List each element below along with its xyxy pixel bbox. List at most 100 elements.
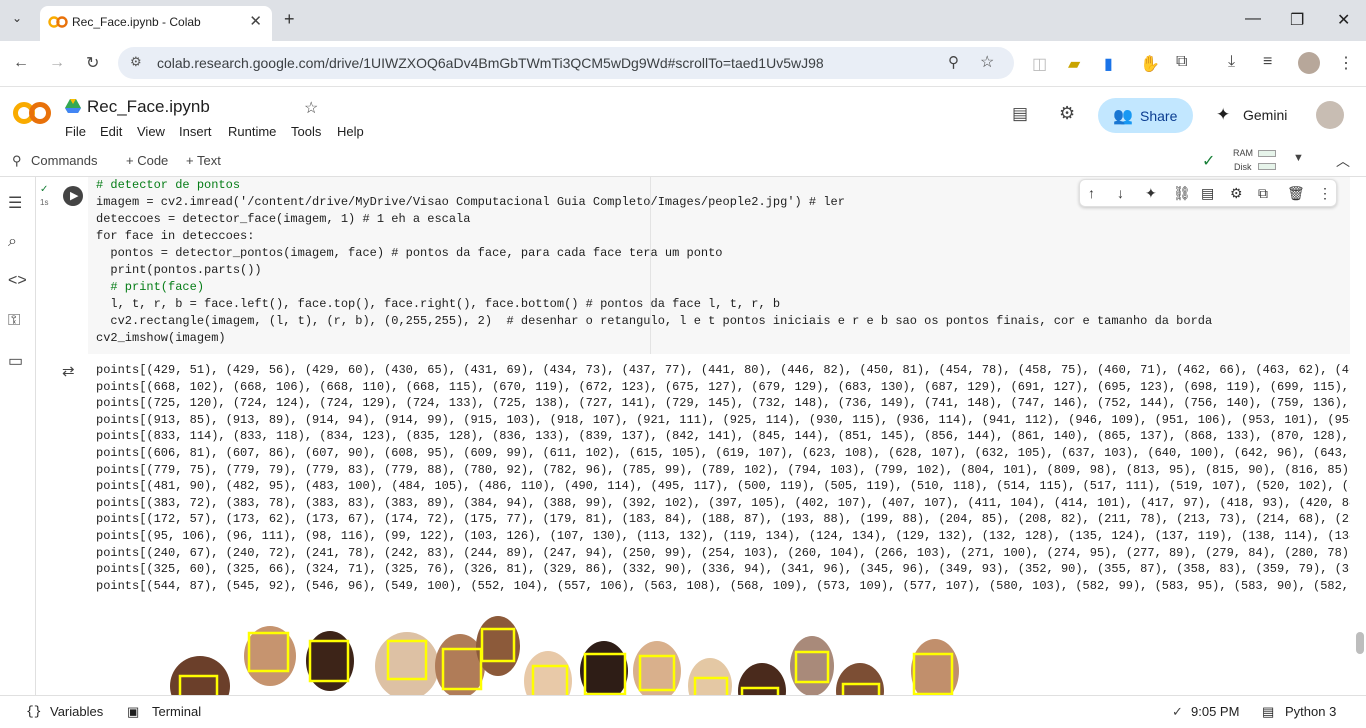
new-tab-icon[interactable]: + [284,9,295,30]
disk-label: Disk [1234,162,1252,172]
output-line: points[(429, 51), (429, 56), (429, 60), … [96,363,1350,377]
link-icon[interactable]: ⛓ [1173,185,1191,202]
browser-tab-strip: ⌄ Rec_Face.ipynb - Colab ✕ + — ❐ ✕ [0,0,1366,41]
secrets-key-icon[interactable]: ⚿ [8,312,20,330]
code-line: cv2_imshow(imagem) [96,331,226,345]
code-line: for face in deteccoes: [96,229,255,243]
output-line: points[(833, 114), (833, 118), (834, 123… [96,429,1350,444]
runtime-type[interactable]: Python 3 [1285,704,1336,719]
tab-search-icon[interactable]: ⌄ [12,11,22,25]
extension-hand-icon[interactable]: ✋ [1140,54,1160,74]
gemini-cell-icon[interactable]: ✦ [1145,185,1157,202]
ram-label: RAM [1233,148,1253,158]
terminal-button[interactable]: Terminal [152,704,201,719]
run-cell-button[interactable]: ▶ [63,186,83,206]
download-icon[interactable]: ⤓ [1228,53,1235,71]
comments-icon[interactable]: ▤ [1012,104,1028,124]
colab-logo[interactable] [12,100,52,126]
play-icon: ▶ [70,190,79,202]
move-down-icon[interactable]: ↓ [1117,185,1124,201]
output-actions-icon[interactable]: ⇄ [62,362,75,380]
output-line: points[(481, 90), (482, 95), (483, 100),… [96,479,1350,494]
gemini-sparkle-icon[interactable]: ✦ [1216,105,1230,125]
collapse-header-icon[interactable]: ︿ [1336,151,1350,171]
output-line: points[(240, 67), (240, 72), (241, 78), … [96,545,1350,560]
code-line: cv2.rectangle(imagem, (l, t), (r, b), (0… [96,314,1213,328]
disk-meter[interactable] [1258,163,1276,170]
exec-time: 1s [40,198,49,207]
table-of-contents-icon[interactable]: ☰ [8,193,22,213]
output-line: points[(95, 106), (96, 111), (98, 116), … [96,528,1350,543]
menu-insert[interactable]: Insert [179,124,212,139]
browser-tab[interactable]: Rec_Face.ipynb - Colab ✕ [40,6,272,41]
add-code-button[interactable]: + Code [126,153,168,168]
ruler-line [650,177,651,354]
ram-meter[interactable] [1258,150,1276,157]
commands-button[interactable]: Commands [31,153,97,168]
code-line: l, t, r, b = face.left(), face.top(), fa… [96,297,781,311]
site-info-icon[interactable]: ⚙ [130,54,142,70]
chrome-menu-icon[interactable]: ⋮ [1338,53,1354,73]
output-line: points[(383, 72), (383, 78), (383, 83), … [96,495,1350,510]
share-label: Share [1140,108,1178,124]
code-snippets-icon[interactable]: <> [8,272,27,290]
extensions-puzzle-icon[interactable]: ⧉ [1176,53,1187,71]
bookmark-star-icon[interactable]: ☆ [980,52,994,72]
colab-favicon-icon [48,16,68,28]
output-line: points[(668, 102), (668, 106), (668, 110… [96,379,1350,394]
share-button[interactable]: 👥 Share [1098,98,1193,133]
profile-avatar[interactable] [1298,52,1320,74]
menu-tools[interactable]: Tools [291,124,321,139]
star-notebook-icon[interactable]: ☆ [304,98,318,118]
maximize-icon[interactable]: ❐ [1290,10,1304,30]
runtime-icon: ▤ [1262,704,1275,719]
more-options-icon[interactable]: ⋮ [1318,185,1332,202]
exec-success-icon: ✓ [40,184,49,195]
notebook-scrollbar-thumb[interactable] [1356,632,1364,654]
delete-icon[interactable]: 🗑 [1287,185,1305,202]
connected-check-icon: ✓ [1202,153,1216,170]
extension-doc-icon[interactable]: ▮ [1104,54,1113,74]
menu-view[interactable]: View [137,124,165,139]
variables-icon: {} [26,704,42,719]
close-tab-icon[interactable]: ✕ [249,12,262,30]
cell-settings-icon[interactable]: ⚙ [1230,185,1243,202]
menu-edit[interactable]: Edit [100,124,122,139]
extension-folder-icon[interactable]: ▰ [1068,54,1080,74]
menu-file[interactable]: File [65,124,86,139]
address-bar[interactable]: ⚙ colab.research.google.com/drive/1UIWZX… [118,47,1014,79]
code-line: deteccoes = detector_face(imagem, 1) # 1… [96,212,471,226]
resources-dropdown-icon[interactable]: ▼ [1293,152,1304,164]
extension-icon[interactable]: ◫ [1032,54,1047,74]
settings-gear-icon[interactable]: ⚙ [1059,103,1075,124]
minimize-icon[interactable]: — [1245,10,1261,28]
menu-runtime[interactable]: Runtime [228,124,276,139]
gemini-button[interactable]: Gemini [1243,107,1287,123]
cell-output: points[(429, 51), (429, 56), (429, 60), … [96,362,1350,598]
files-folder-icon[interactable]: ▭ [8,351,23,371]
zoom-icon[interactable]: ⚲ [948,53,959,71]
forward-icon[interactable]: → [49,54,65,72]
tab-title: Rec_Face.ipynb - Colab [72,15,201,29]
back-icon[interactable]: ← [13,54,29,72]
variables-button[interactable]: Variables [50,704,103,719]
search-icon: ⚲ [12,153,22,168]
add-text-button[interactable]: + Text [186,153,221,168]
notebook-title[interactable]: Rec_Face.ipynb [87,97,210,117]
output-line: points[(913, 85), (913, 89), (914, 94), … [96,412,1350,427]
people-icon: 👥 [1113,108,1133,125]
output-line: points[(172, 57), (173, 62), (173, 67), … [96,512,1350,527]
output-line: points[(779, 75), (779, 79), (779, 83), … [96,462,1350,477]
move-up-icon[interactable]: ↑ [1088,185,1095,201]
user-avatar[interactable] [1316,101,1344,129]
find-replace-icon[interactable]: ⌕ [8,233,17,251]
menu-help[interactable]: Help [337,124,364,139]
close-window-icon[interactable]: ✕ [1337,10,1350,30]
reload-icon[interactable]: ↻ [86,53,99,73]
mirror-cell-icon[interactable]: ⧉ [1258,185,1268,202]
code-line: print(pontos.parts()) [96,263,262,277]
comment-icon[interactable]: ▤ [1201,185,1214,202]
status-bar [0,695,1366,728]
code-line: # print(face) [96,280,205,294]
media-control-icon[interactable]: ≡ [1263,53,1272,71]
